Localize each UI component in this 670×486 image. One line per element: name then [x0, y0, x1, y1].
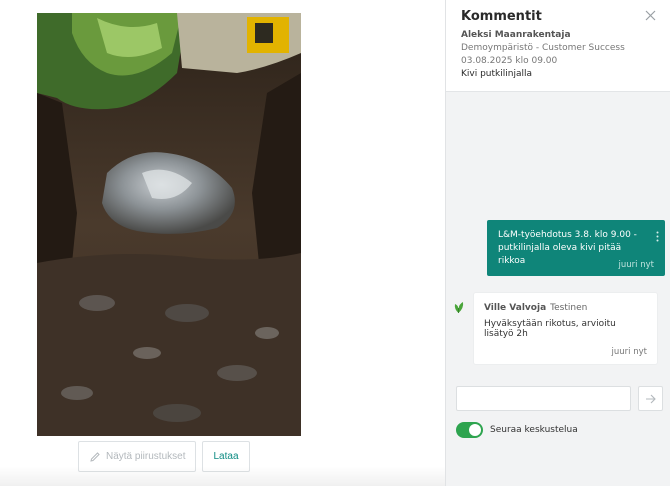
bottom-shadow	[0, 466, 445, 486]
arrow-right-icon	[646, 394, 656, 403]
message-author: Ville Valvoja	[484, 303, 547, 313]
message-role: Testinen	[550, 303, 588, 313]
message-outgoing: L&M-työehdotus 3.8. klo 9.00 - putkilinj…	[487, 220, 665, 276]
message-incoming: Ville Valvoja Testinen Hyväksytään rikotu…	[474, 293, 657, 364]
send-button[interactable]	[638, 386, 663, 411]
comment-author: Aleksi Maanrakentaja	[461, 30, 571, 40]
message-header: Ville Valvoja Testinen	[484, 303, 647, 313]
comments-panel: Kommentit Aleksi Maanrakentaja Demoympär…	[445, 0, 670, 486]
close-icon[interactable]	[645, 10, 656, 21]
more-vertical-icon[interactable]	[656, 231, 659, 242]
message-text: Hyväksytään rikotus, arvioitu lisätyö 2h	[484, 319, 616, 339]
follow-toggle[interactable]	[456, 422, 483, 438]
image-viewer: Näytä piirustukset Lataa	[0, 0, 445, 486]
message-time: juuri nyt	[618, 260, 654, 270]
pencil-icon	[90, 451, 100, 462]
comment-date: 03.08.2025 klo 09.00	[461, 56, 558, 66]
comments-header: Kommentit Aleksi Maanrakentaja Demoympär…	[446, 0, 670, 92]
download-label: Lataa	[213, 451, 239, 462]
show-drawings-label: Näytä piirustukset	[106, 451, 186, 462]
excavation-photo	[37, 13, 301, 436]
message-time: juuri nyt	[611, 347, 647, 357]
panel-title: Kommentit	[461, 9, 542, 24]
follow-label: Seuraa keskustelua	[490, 425, 578, 435]
leaf-avatar-icon	[454, 302, 464, 313]
comment-input[interactable]	[456, 386, 631, 411]
comment-environment: Demoympäristö - Customer Success	[461, 43, 625, 53]
comment-subject: Kivi putkilinjalla	[461, 69, 532, 79]
follow-conversation: Seuraa keskustelua	[456, 422, 578, 438]
